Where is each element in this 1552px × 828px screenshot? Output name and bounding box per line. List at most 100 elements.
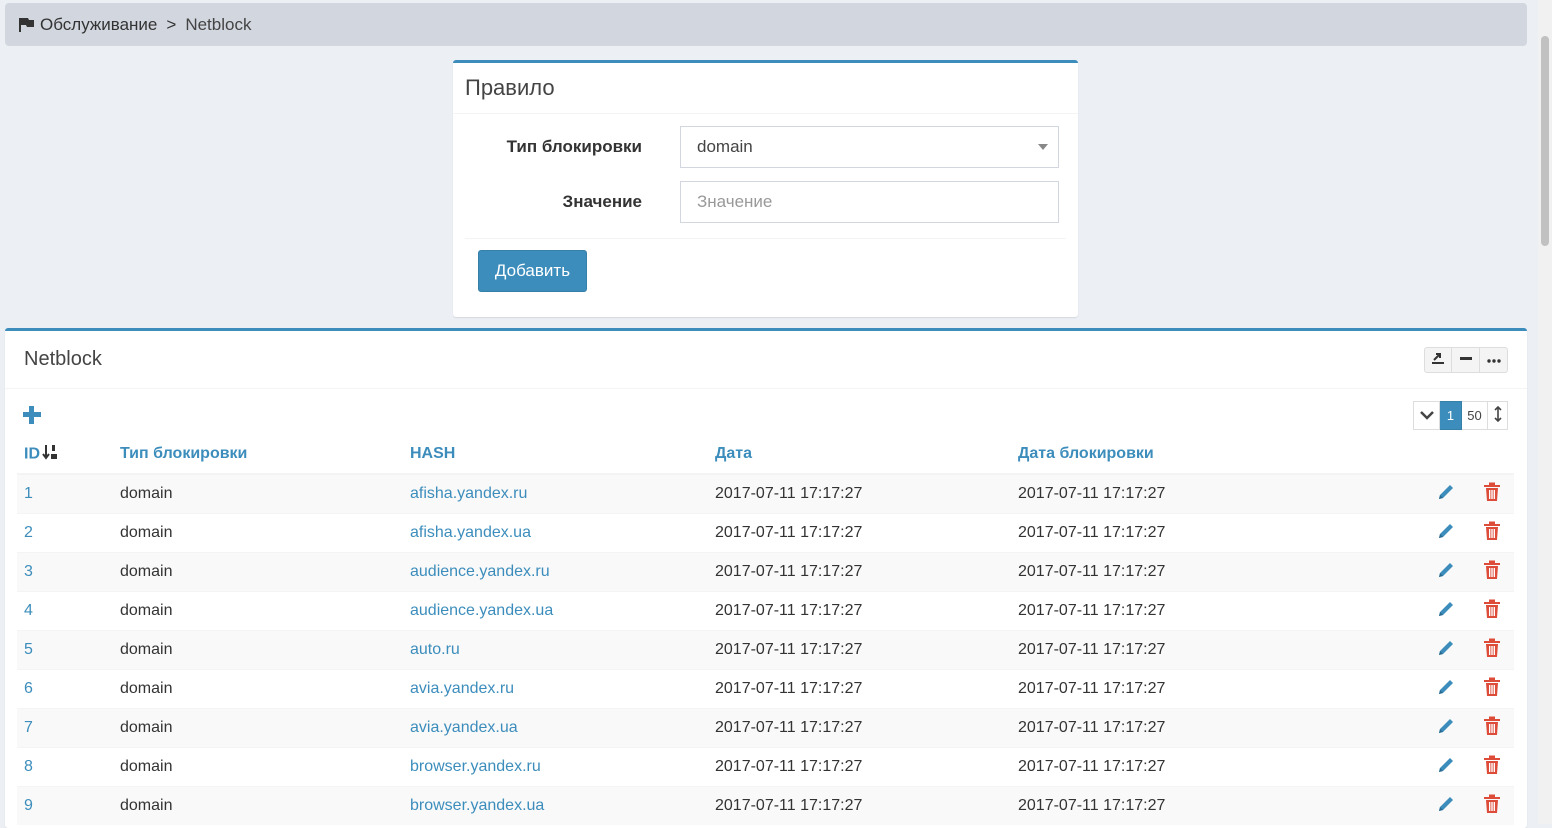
column-block-date[interactable]: Дата блокировки [1011,435,1423,475]
pencil-icon[interactable] [1436,640,1456,662]
row-block-date: 2017-07-11 17:17:27 [1011,786,1423,825]
block-type-label: Тип блокировки [506,137,642,156]
column-id[interactable]: ID [17,435,113,475]
row-block-date: 2017-07-11 17:17:27 [1011,552,1423,592]
row-date: 2017-07-11 17:17:27 [708,669,1011,709]
trash-icon[interactable] [1483,794,1501,818]
block-type-value: domain [697,137,753,156]
trash-icon[interactable] [1483,638,1501,662]
row-date: 2017-07-11 17:17:27 [708,552,1011,592]
breadcrumb-section[interactable]: Обслуживание [40,15,157,35]
row-hash-link[interactable]: audience.yandex.ru [410,563,550,580]
row-date: 2017-07-11 17:17:27 [708,708,1011,748]
scrollbar-thumb[interactable] [1541,36,1549,246]
pencil-icon[interactable] [1436,796,1456,818]
pencil-icon[interactable] [1436,757,1456,779]
export-button[interactable] [1424,347,1452,373]
add-button[interactable]: Добавить [478,250,587,292]
rule-form-panel: Правило Тип блокировки domain Значение Д… [453,60,1078,317]
row-hash-link[interactable]: audience.yandex.ua [410,602,553,619]
row-hash-link[interactable]: avia.yandex.ru [410,680,514,697]
row-hash-link[interactable]: afisha.yandex.ua [410,524,531,541]
row-id-link[interactable]: 7 [24,719,33,736]
breadcrumb: Обслуживание > Netblock [5,3,1527,46]
row-date: 2017-07-11 17:17:27 [708,513,1011,553]
row-hash-link[interactable]: avia.yandex.ua [410,719,518,736]
caret-down-icon [1038,144,1048,150]
table-row: 2 domain afisha.yandex.ua 2017-07-11 17:17:… [17,513,1514,553]
value-input[interactable] [680,181,1059,223]
sort-numeric-asc-icon [42,444,60,465]
trash-icon[interactable] [1483,599,1501,623]
row-id-link[interactable]: 6 [24,680,33,697]
collapse-button[interactable] [1452,347,1480,373]
trash-icon[interactable] [1483,560,1501,584]
pencil-icon[interactable] [1436,718,1456,740]
trash-icon[interactable] [1483,755,1501,779]
chevron-down-icon [1419,408,1434,423]
pager-toggle[interactable] [1413,401,1440,430]
row-hash-link[interactable]: browser.yandex.ru [410,758,541,775]
row-id-link[interactable]: 3 [24,563,33,580]
column-date[interactable]: Дата [708,435,1011,475]
row-hash-link[interactable]: browser.yandex.ua [410,797,544,814]
trash-icon[interactable] [1483,677,1501,701]
pager-resize[interactable] [1488,401,1508,430]
value-row: Значение [453,181,1078,223]
row-block-date: 2017-07-11 17:17:27 [1011,513,1423,553]
column-edit [1423,435,1469,475]
row-date: 2017-07-11 17:17:27 [708,747,1011,787]
divider [465,238,1066,239]
row-type: domain [113,747,403,787]
plus-icon[interactable] [22,405,42,425]
table-row: 5 domain auto.ru 2017-07-11 17:17:27 2017-07… [17,630,1514,670]
column-hash[interactable]: HASH [403,435,708,475]
breadcrumb-current: Netblock [185,14,252,34]
row-type: domain [113,630,403,670]
more-icon [1486,351,1501,369]
rule-form-title: Правило [453,63,1078,114]
panel-tools [1424,347,1508,373]
row-type: domain [113,708,403,748]
row-type: domain [113,591,403,631]
pencil-icon[interactable] [1436,601,1456,623]
pencil-icon[interactable] [1436,679,1456,701]
table-row: 6 domain avia.yandex.ru 2017-07-11 17:17:27… [17,669,1514,709]
pencil-icon[interactable] [1436,484,1456,506]
pager: 1 50 [1413,401,1508,430]
value-label: Значение [562,192,642,211]
row-type: domain [113,669,403,709]
more-button[interactable] [1480,347,1508,373]
table-row: 4 domain audience.yandex.ua 2017-07-11 17:1… [17,591,1514,631]
pager-page-size[interactable]: 50 [1462,401,1488,430]
row-date: 2017-07-11 17:17:27 [708,786,1011,825]
row-id-link[interactable]: 5 [24,641,33,658]
row-id-link[interactable]: 2 [24,524,33,541]
pager-page[interactable]: 1 [1440,401,1462,430]
row-id-link[interactable]: 8 [24,758,33,775]
row-id-link[interactable]: 4 [24,602,33,619]
row-hash-link[interactable]: afisha.yandex.ru [410,485,527,502]
table-row: 8 domain browser.yandex.ru 2017-07-11 17:17… [17,747,1514,787]
table-row: 7 domain avia.yandex.ua 2017-07-11 17:17:27… [17,708,1514,748]
trash-icon[interactable] [1483,716,1501,740]
breadcrumb-separator: > [166,14,177,34]
row-date: 2017-07-11 17:17:27 [708,473,1011,514]
row-date: 2017-07-11 17:17:27 [708,591,1011,631]
flag-icon [18,17,35,32]
pencil-icon[interactable] [1436,562,1456,584]
netblock-panel: Netblock 1 50 ID Тип блокировки HASH Дат… [5,328,1527,828]
row-block-date: 2017-07-11 17:17:27 [1011,630,1423,670]
row-id-link[interactable]: 9 [24,797,33,814]
resize-vertical-icon [1493,405,1502,425]
trash-icon[interactable] [1483,482,1501,506]
scrollbar[interactable] [1538,0,1552,824]
pencil-icon[interactable] [1436,523,1456,545]
block-type-select[interactable]: domain [680,126,1059,168]
row-hash-link[interactable]: auto.ru [410,641,460,658]
row-id-link[interactable]: 1 [24,485,33,502]
row-block-date: 2017-07-11 17:17:27 [1011,669,1423,709]
netblock-table: ID Тип блокировки HASH Дата Дата блокиро… [17,435,1514,825]
trash-icon[interactable] [1483,521,1501,545]
column-type[interactable]: Тип блокировки [113,435,403,475]
